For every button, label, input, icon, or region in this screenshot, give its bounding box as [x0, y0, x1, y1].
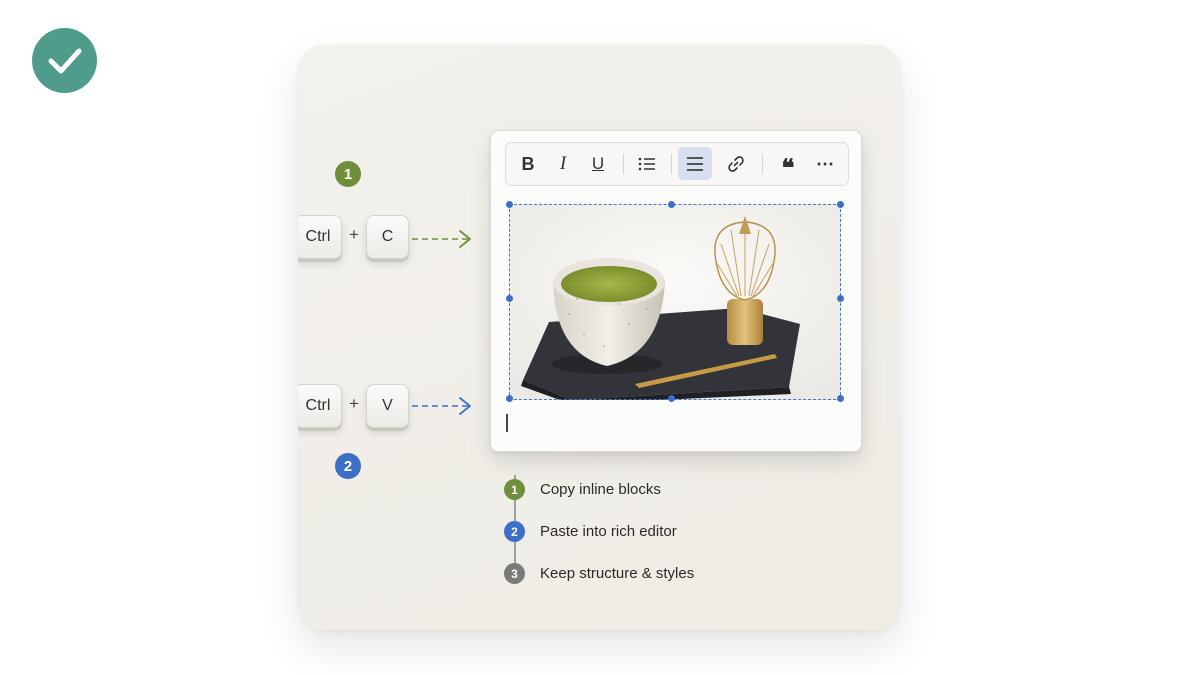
- legend-step-1-badge: 1: [504, 479, 525, 500]
- resize-handle[interactable]: [506, 395, 513, 402]
- resize-handle[interactable]: [668, 395, 675, 402]
- bulleted-list-icon: [638, 157, 655, 171]
- paste-arrow-icon: [412, 397, 471, 415]
- illustration-card: 1 Ctrl + C Ctrl + V 2 B I U ❝ ⋯ 1 Copy i…: [298, 45, 901, 630]
- resize-handle[interactable]: [837, 395, 844, 402]
- legend-label: Copy inline blocks: [540, 481, 661, 498]
- toolbar-divider: [762, 154, 763, 174]
- toolbar-divider: [671, 154, 672, 174]
- step-1-badge: 1: [335, 161, 361, 187]
- align-icon: [687, 156, 703, 171]
- plus-sign-copy: +: [349, 225, 359, 244]
- legend-step-2-badge: 2: [504, 521, 525, 542]
- resize-handle[interactable]: [837, 201, 844, 208]
- editor-toolbar: B I U ❝ ⋯: [505, 142, 849, 186]
- resize-handle[interactable]: [668, 201, 675, 208]
- resize-handle[interactable]: [506, 295, 513, 302]
- image-selection-outline: [509, 204, 841, 400]
- legend-item-copy: 1 Copy inline blocks: [504, 479, 661, 500]
- bulleted-list-button[interactable]: [631, 148, 663, 180]
- legend-label: Keep structure & styles: [540, 565, 695, 582]
- c-key: C: [366, 215, 409, 259]
- legend-item-keep: 3 Keep structure & styles: [504, 563, 694, 584]
- rich-text-editor[interactable]: B I U ❝ ⋯: [490, 130, 862, 452]
- resize-handle[interactable]: [837, 295, 844, 302]
- plus-sign-paste: +: [349, 394, 359, 413]
- copy-arrow-icon: [412, 230, 471, 248]
- success-check-icon: [32, 28, 97, 93]
- legend-label: Paste into rich editor: [540, 523, 677, 540]
- ctrl-key-copy: Ctrl: [298, 215, 342, 259]
- link-icon: [728, 156, 744, 172]
- bold-button[interactable]: B: [512, 148, 544, 180]
- toolbar-divider: [623, 154, 624, 174]
- resize-handle[interactable]: [506, 201, 513, 208]
- italic-button[interactable]: I: [547, 148, 579, 180]
- legend-step-3-badge: 3: [504, 563, 525, 584]
- ctrl-key-paste: Ctrl: [298, 384, 342, 428]
- step-2-badge: 2: [335, 453, 361, 479]
- align-button[interactable]: [678, 147, 712, 180]
- quote-button[interactable]: ❝: [772, 148, 804, 182]
- underline-button[interactable]: U: [582, 148, 614, 180]
- legend-item-paste: 2 Paste into rich editor: [504, 521, 677, 542]
- text-caret: [506, 414, 508, 432]
- link-button[interactable]: [720, 148, 752, 180]
- more-options-button[interactable]: ⋯: [809, 148, 841, 180]
- v-key: V: [366, 384, 409, 428]
